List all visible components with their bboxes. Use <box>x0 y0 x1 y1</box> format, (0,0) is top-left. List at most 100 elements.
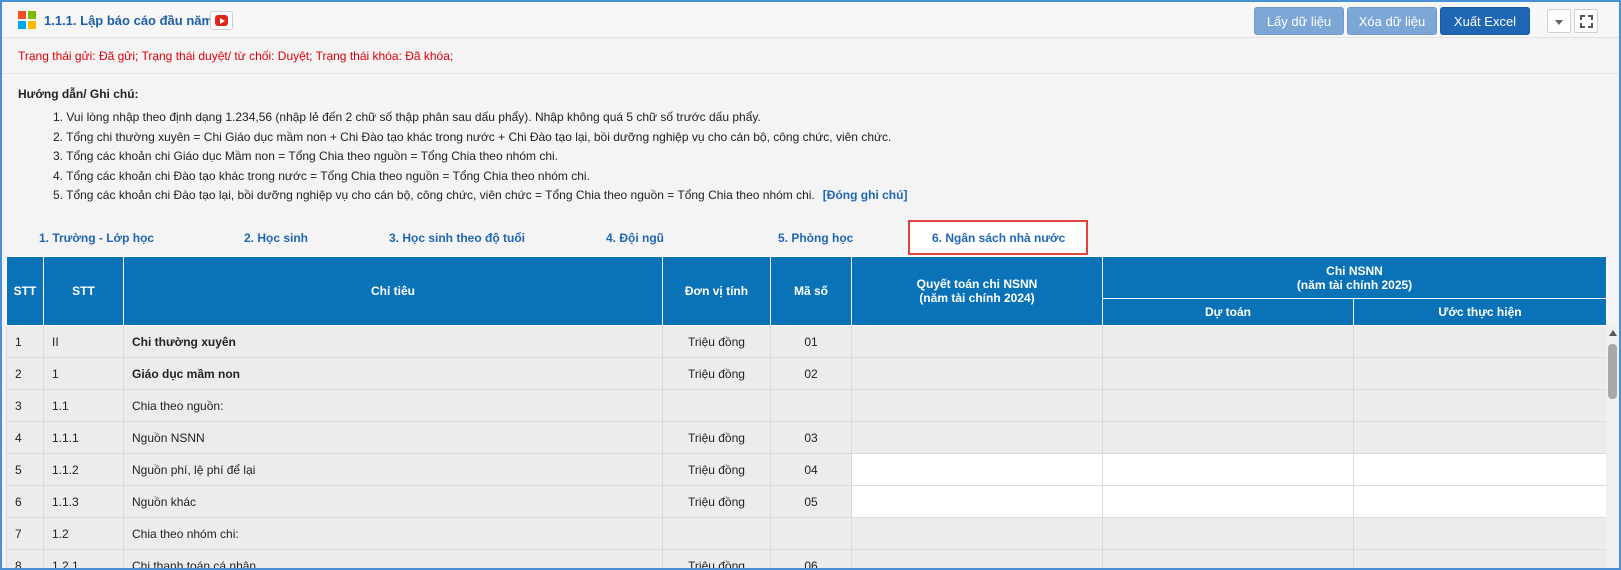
cell-settlement-input[interactable] <box>851 485 1103 518</box>
cell-estimate <box>1102 421 1354 454</box>
cell-unit: Triệu đồng <box>662 421 771 454</box>
divider <box>2 73 1619 74</box>
cell-settlement-input[interactable] <box>851 453 1103 486</box>
cell-code: 01 <box>770 325 852 358</box>
cell-unit: Triệu đồng <box>662 357 771 390</box>
cell-no: 7 <box>6 517 44 550</box>
cell-estimate-input[interactable] <box>1102 485 1354 518</box>
tab-students-by-age[interactable]: 3. Học sinh theo độ tuổi <box>389 231 525 245</box>
cell-code: 05 <box>770 485 852 518</box>
cell-estimate <box>1102 325 1354 358</box>
cell-unit <box>662 389 771 422</box>
tab-staff[interactable]: 4. Đội ngũ <box>606 231 664 245</box>
guide-item: 3. Tổng các khoản chi Giáo dục Mầm non =… <box>53 149 558 163</box>
table-row: 5 1.1.2 Nguồn phí, lệ phí để lại Triệu đ… <box>6 453 1607 486</box>
cell-settlement <box>851 517 1103 550</box>
header-unit: Đơn vị tính <box>662 256 771 326</box>
fullscreen-icon <box>1580 15 1593 28</box>
cell-no: 1 <box>6 325 44 358</box>
cell-name: Chi thanh toán cá nhân <box>123 549 663 568</box>
logo-tile <box>28 21 36 29</box>
table-scrollbar[interactable] <box>1606 326 1619 568</box>
header-settlement: Quyết toán chi NSNN (năm tài chính 2024) <box>851 256 1103 326</box>
cell-code-idx: 1.2.1 <box>43 549 124 568</box>
cell-code-idx: 1 <box>43 357 124 390</box>
header-code: Mã số <box>770 256 852 326</box>
cell-settlement <box>851 389 1103 422</box>
delete-data-button[interactable]: Xóa dữ liệu <box>1347 7 1437 35</box>
page-title: 1.1.1. Lập báo cáo đầu năm <box>44 13 214 28</box>
cell-settlement <box>851 421 1103 454</box>
table-row: 8 1.2.1 Chi thanh toán cá nhân Triệu đồn… <box>6 549 1607 568</box>
fullscreen-button[interactable] <box>1574 9 1598 33</box>
scroll-up-icon[interactable] <box>1609 330 1617 336</box>
cell-code: 02 <box>770 357 852 390</box>
guide-item: 5. Tổng các khoản chi Đào tạo lại, bồi d… <box>53 188 815 202</box>
cell-code-idx: 1.1.1 <box>43 421 124 454</box>
scroll-thumb[interactable] <box>1608 344 1617 399</box>
cell-expected-input[interactable] <box>1353 485 1607 518</box>
cell-no: 6 <box>6 485 44 518</box>
cell-settlement <box>851 357 1103 390</box>
logo-tile <box>18 21 26 29</box>
cell-code-idx: II <box>43 325 124 358</box>
table-row: 2 1 Giáo dục mầm non Triệu đồng 02 <box>6 357 1607 390</box>
header-indicator: Chỉ tiêu <box>123 256 663 326</box>
cell-name: Nguồn phí, lệ phí để lại <box>123 453 663 486</box>
cell-code: 06 <box>770 549 852 568</box>
cell-expected <box>1353 549 1607 568</box>
tab-school-class[interactable]: 1. Trường - Lớp học <box>39 231 154 245</box>
tab-state-budget[interactable]: 6. Ngân sách nhà nước <box>932 231 1065 245</box>
table-row: 3 1.1 Chia theo nguồn: <box>6 389 1607 422</box>
guide-item: 2. Tổng chi thường xuyên = Chi Giáo dục … <box>53 129 892 144</box>
cell-expected <box>1353 389 1607 422</box>
cell-code-idx: 1.1.2 <box>43 453 124 486</box>
cell-unit: Triệu đồng <box>662 453 771 486</box>
cell-expected-input[interactable] <box>1353 453 1607 486</box>
cell-expected <box>1353 421 1607 454</box>
cell-expected <box>1353 517 1607 550</box>
cell-estimate <box>1102 517 1354 550</box>
budget-table: STT STT Chỉ tiêu Đơn vị tính Mã số Quyết… <box>6 256 1607 568</box>
tab-classrooms[interactable]: 5. Phòng học <box>778 231 853 245</box>
cell-estimate-input[interactable] <box>1102 453 1354 486</box>
table-row: 7 1.2 Chia theo nhóm chi: <box>6 517 1607 550</box>
cell-code-idx: 1.1.3 <box>43 485 124 518</box>
export-excel-button[interactable]: Xuất Excel <box>1440 7 1530 35</box>
guide-item-last: 5. Tổng các khoản chi Đào tạo lại, bồi d… <box>53 186 907 206</box>
report-window: 1.1.1. Lập báo cáo đầu năm Lấy dữ liệu X… <box>0 0 1621 570</box>
cell-name: Chi thường xuyên <box>123 325 663 358</box>
youtube-button[interactable] <box>210 11 233 30</box>
cell-code-idx: 1.2 <box>43 517 124 550</box>
cell-expected <box>1353 357 1607 390</box>
dropdown-button[interactable] <box>1547 9 1571 33</box>
status-text: Trạng thái gửi: Đã gửi; Trạng thái duyệt… <box>18 49 454 63</box>
header-bar: 1.1.1. Lập báo cáo đầu năm Lấy dữ liệu X… <box>2 2 1619 38</box>
cell-no: 3 <box>6 389 44 422</box>
cell-settlement <box>851 325 1103 358</box>
cell-no: 8 <box>6 549 44 568</box>
tab-students[interactable]: 2. Học sinh <box>244 231 308 245</box>
chevron-down-icon <box>1555 20 1563 25</box>
header-spending: Chi NSNN (năm tài chính 2025) <box>1102 256 1607 299</box>
cell-settlement <box>851 549 1103 568</box>
cell-name: Nguồn NSNN <box>123 421 663 454</box>
cell-estimate <box>1102 389 1354 422</box>
cell-code <box>770 517 852 550</box>
header-stt-code: STT <box>43 256 124 326</box>
cell-unit: Triệu đồng <box>662 325 771 358</box>
cell-name: Chia theo nguồn: <box>123 389 663 422</box>
cell-unit: Triệu đồng <box>662 485 771 518</box>
header-expected: Ước thực hiện <box>1353 298 1607 326</box>
cell-code <box>770 389 852 422</box>
cell-unit <box>662 517 771 550</box>
close-note-link[interactable]: [Đóng ghi chú] <box>823 188 908 202</box>
header-stt: STT <box>6 256 44 326</box>
cell-code: 03 <box>770 421 852 454</box>
header-estimate: Dự toán <box>1102 298 1354 326</box>
guide-list: 1. Vui lòng nhập theo định dạng 1.234,56… <box>53 108 907 206</box>
budget-table-container: STT STT Chỉ tiêu Đơn vị tính Mã số Quyết… <box>6 256 1607 568</box>
get-data-button[interactable]: Lấy dữ liệu <box>1254 7 1344 35</box>
cell-no: 4 <box>6 421 44 454</box>
app-logo-icon <box>18 11 36 29</box>
